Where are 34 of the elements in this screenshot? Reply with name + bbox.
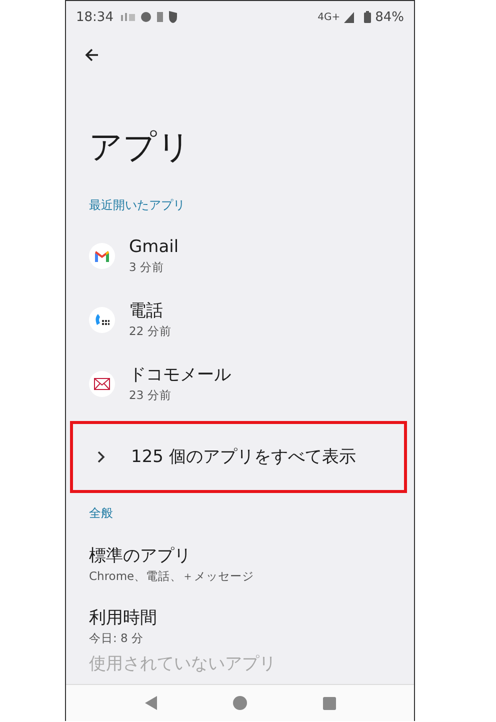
home-icon[interactable] <box>233 696 248 710</box>
see-all-apps-item[interactable]: 125 個のアプリをすべて表示 <box>70 421 407 493</box>
page-title: アプリ <box>89 127 192 167</box>
app-icon <box>89 243 115 269</box>
last-opened-time: 22 分前 <box>129 323 172 340</box>
back-arrow-icon <box>85 48 99 62</box>
app-name: Gmail <box>129 236 179 258</box>
settings-item[interactable]: 標準のアプリ Chrome、電話、＋メッセージ <box>89 545 391 585</box>
app-icon <box>89 371 115 397</box>
status-time: 18:34 <box>76 10 114 24</box>
chevron-icon <box>97 451 105 463</box>
battery-level: 84% <box>375 10 404 24</box>
section-header: 全般 <box>89 505 114 522</box>
see-all-apps-label: 125 個のアプリをすべて表示 <box>131 446 356 468</box>
network-type: 4G+ <box>318 12 340 22</box>
section-header: 最近開いたアプリ <box>89 197 186 214</box>
last-opened-time: 3 分前 <box>129 259 165 276</box>
back-nav-icon[interactable] <box>144 696 158 710</box>
settings-item[interactable]: 利用時間 今日: 8 分 <box>89 607 391 647</box>
recents-icon[interactable] <box>323 696 336 710</box>
setting-title: 標準のアプリ <box>89 545 192 567</box>
setting-title: 利用時間 <box>89 607 158 629</box>
app-item[interactable]: 電話 22 分前 <box>89 297 391 343</box>
app-item[interactable]: Gmail 3 分前 <box>89 233 391 279</box>
setting-summary: 今日: 8 分 <box>89 630 145 647</box>
signal-icon <box>344 12 356 22</box>
battery-icon <box>364 11 372 23</box>
app-name: 電話 <box>129 300 164 322</box>
app-name: ドコモメール <box>129 364 231 386</box>
last-opened-time: 23 分前 <box>129 387 172 404</box>
notification-icons <box>121 11 178 23</box>
setting-summary: Chrome、電話、＋メッセージ <box>89 568 256 585</box>
app-item[interactable]: ドコモメール 23 分前 <box>89 361 391 407</box>
app-icon <box>89 307 115 333</box>
